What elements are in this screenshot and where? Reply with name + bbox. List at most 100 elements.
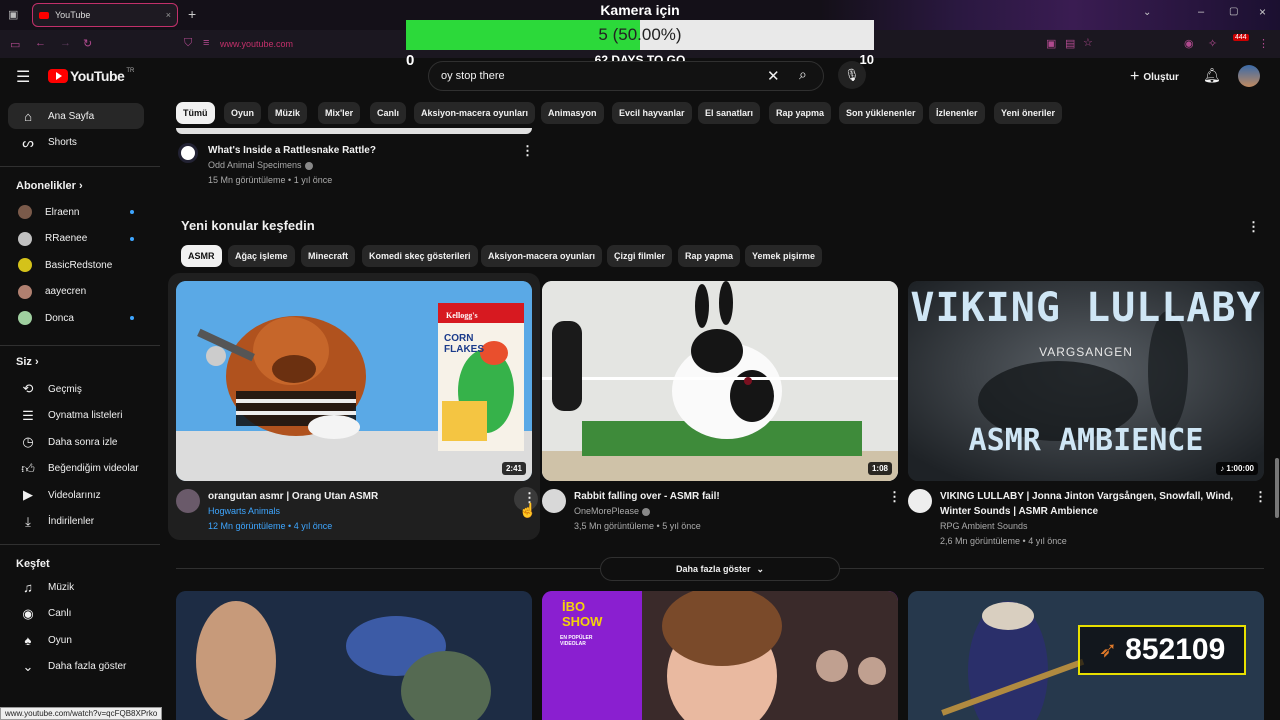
maximize-icon[interactable]: ▢ [1229, 6, 1238, 17]
sidebar-item[interactable]: ♠ Oyun [8, 627, 144, 653]
minimize-icon[interactable]: – [1198, 6, 1204, 18]
video-title-line-2[interactable]: Winter Sounds | ASMR Ambience [940, 504, 1098, 519]
sidebar-item[interactable]: 👍︎ Beğendiğim videolar [8, 456, 144, 482]
channel-avatar[interactable] [908, 489, 932, 513]
sidebar-toggle-icon[interactable]: ▭ [10, 38, 20, 51]
hamburger-menu-icon[interactable]: ☰ [16, 67, 30, 87]
forward-icon[interactable]: → [60, 37, 71, 49]
video-thumbnail[interactable]: VIKING LULLABY VARGSANGEN ASMR AMBIENCE … [908, 281, 1264, 481]
topic-chip[interactable]: Minecraft [301, 245, 356, 267]
subscription-item[interactable]: aayecren [8, 279, 144, 305]
close-window-icon[interactable]: × [1259, 5, 1266, 19]
filter-chip[interactable]: Tümü [176, 102, 215, 124]
sidebar-item[interactable]: ◉ Canlı [8, 601, 144, 627]
sidebar-item[interactable]: ⟲ Geçmiş [8, 376, 144, 402]
filter-chip[interactable]: Canlı [370, 102, 407, 124]
sidebar-item[interactable]: ⌂ Ana Sayfa [8, 103, 144, 129]
sidebar-item[interactable]: ☰ Oynatma listeleri [8, 403, 144, 429]
video-thumbnail[interactable]: ➶ 852109 [908, 591, 1264, 720]
account-icon[interactable]: ◉ [1184, 37, 1194, 50]
browser-menu-icon[interactable]: ⋮ [1258, 37, 1269, 50]
subscription-item[interactable]: RRaenee [8, 226, 144, 252]
create-button[interactable]: + Oluştur [1130, 68, 1179, 86]
back-icon[interactable]: ← [35, 37, 46, 49]
close-tab-icon[interactable]: × [166, 10, 171, 20]
sidebar-item[interactable]: ⤓ İndirilenler [8, 509, 144, 535]
filter-chip[interactable]: Son yüklenenler [839, 102, 923, 124]
video-thumbnail[interactable]: 1:08 [542, 281, 898, 481]
explore-heading[interactable]: Keşfet [16, 558, 50, 570]
filter-chip[interactable]: İzlenenler [929, 102, 985, 124]
video-title[interactable]: Rabbit falling over - ASMR fail! [574, 489, 720, 504]
topic-chip[interactable]: Komedi skeç gösterileri [362, 245, 478, 267]
page-menu-icon[interactable]: ≡ [203, 37, 209, 49]
filter-chip[interactable]: Aksiyon-macera oyunları [414, 102, 536, 124]
video-thumbnail[interactable] [176, 591, 532, 720]
filter-chip[interactable]: Müzik [268, 102, 308, 124]
filter-chip[interactable]: Mix'ler [318, 102, 361, 124]
extension-icon[interactable]: ▣ [1046, 37, 1056, 50]
url-field[interactable]: www.youtube.com [220, 39, 293, 49]
more-options-icon[interactable]: ⋮ [1254, 489, 1267, 505]
video-title[interactable]: orangutan asmr | Orang Utan ASMR [208, 489, 378, 504]
sidebar-item[interactable]: ⌄ Daha fazla göster [8, 654, 144, 680]
filter-chip[interactable]: El sanatları [698, 102, 761, 124]
topic-chip[interactable]: Rap yapma [678, 245, 741, 267]
video-duration: 2:41 [501, 462, 526, 475]
channel-avatar[interactable] [542, 489, 566, 513]
scrollbar-thumb[interactable] [1275, 458, 1279, 518]
chevron-down-icon[interactable]: ⌄ [1143, 7, 1151, 18]
topic-chip[interactable]: Yemek pişirme [745, 245, 823, 267]
avatar[interactable] [1238, 65, 1260, 87]
filter-chip[interactable]: Rap yapma [769, 102, 832, 124]
video-title[interactable]: VIKING LULLABY | Jonna Jinton Vargsången… [940, 489, 1233, 504]
video-thumbnail[interactable]: İBO SHOW EN POPÜLER VIDEOLAR [542, 591, 898, 720]
topic-chip[interactable]: Ağaç işleme [228, 245, 295, 267]
shield-icon[interactable]: ⛉ [184, 37, 192, 50]
channel-name[interactable]: Hogwarts Animals [208, 504, 280, 519]
section-options-icon[interactable]: ⋮ [1247, 219, 1260, 235]
subscription-item[interactable]: BasicRedstone [8, 252, 144, 278]
channel-name[interactable]: RPG Ambient Sounds [940, 519, 1028, 534]
filter-chip[interactable]: Animasyon [541, 102, 604, 124]
browser-tab[interactable]: YouTube × [32, 3, 178, 27]
sidebar-item[interactable]: ᔕ Shorts [8, 130, 144, 156]
video-title[interactable]: What's Inside a Rattlesnake Rattle? [208, 143, 376, 158]
topic-chip[interactable]: Çizgi filmler [607, 245, 673, 267]
tab-list-icon[interactable]: ▣ [8, 8, 18, 21]
search-icon[interactable]: ⌕ [799, 66, 807, 83]
sidebar-item[interactable]: ♫ Müzik [8, 574, 144, 600]
youtube-logo[interactable]: YouTube TR [48, 68, 134, 84]
filter-chip[interactable]: Yeni öneriler [994, 102, 1063, 124]
subscription-item[interactable]: Elraenn [8, 199, 144, 225]
notification-badge[interactable]: 444 [1233, 34, 1249, 41]
channel-avatar[interactable] [178, 143, 198, 163]
video-thumbnail[interactable]: Kellogg's CORN FLAKES 2:41 [176, 281, 532, 481]
subscription-item[interactable]: Donca [8, 305, 144, 331]
sidebar-item[interactable]: ▶ Videolarınız [8, 482, 144, 508]
sidebar-item[interactable]: ◷ Daha sonra izle [8, 429, 144, 455]
more-options-icon[interactable]: ⋮ [888, 489, 901, 505]
reload-icon[interactable]: ↻ [83, 37, 92, 50]
show-more-button[interactable]: Daha fazla göster ⌄ [600, 557, 840, 581]
extension-icon[interactable]: ▤ [1065, 37, 1075, 50]
subscriptions-heading[interactable]: Abonelikler › [16, 180, 83, 192]
channel-name[interactable]: Odd Animal Specimens [208, 158, 313, 173]
filter-chip[interactable]: Evcil hayvanlar [612, 102, 692, 124]
previous-video-thumbnail[interactable] [176, 128, 532, 134]
voice-search-button[interactable]: 🎙 [838, 61, 866, 89]
new-tab-icon[interactable]: + [188, 6, 196, 22]
bookmark-star-icon[interactable]: ☆ [1083, 36, 1093, 49]
page-scrollbar[interactable] [1274, 98, 1280, 720]
topic-chip[interactable]: Aksiyon-macera oyunları [481, 245, 603, 267]
filter-chip[interactable]: Oyun [224, 102, 262, 124]
topic-chip[interactable]: ASMR [181, 245, 222, 267]
channel-avatar[interactable] [176, 489, 200, 513]
clear-search-icon[interactable]: ✕ [767, 67, 780, 85]
extensions-puzzle-icon[interactable]: ✧ [1208, 37, 1217, 50]
more-options-icon[interactable]: ⋮ [521, 143, 534, 159]
channel-name[interactable]: OneMorePlease [574, 504, 651, 519]
notifications-bell-icon[interactable]: 🔔︎ [1203, 67, 1221, 84]
you-heading[interactable]: Siz › [16, 356, 39, 368]
search-input[interactable]: oy stop there ✕ ⌕ [428, 61, 824, 91]
